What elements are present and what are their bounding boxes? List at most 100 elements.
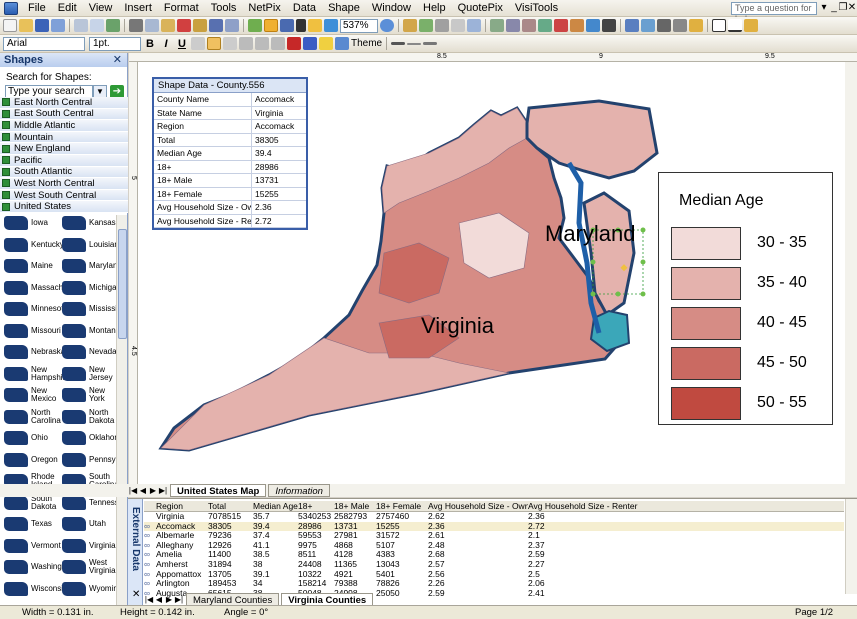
format-painter-icon[interactable]	[193, 19, 207, 32]
last-tab-icon[interactable]: ▶|	[174, 595, 184, 604]
paste-icon[interactable]	[161, 19, 175, 32]
line-ends-icon[interactable]	[423, 42, 438, 45]
theme-icon[interactable]	[335, 37, 349, 50]
shape-master[interactable]: Oregon	[4, 448, 62, 472]
print-icon[interactable]	[74, 19, 88, 32]
shape-master[interactable]: North Carolina	[4, 405, 62, 429]
selection-handle[interactable]	[640, 227, 646, 233]
ungroup-icon[interactable]	[641, 19, 655, 32]
shapes-scrollbar[interactable]	[116, 215, 127, 605]
zoom-field[interactable]: 537%	[340, 18, 378, 33]
shape-master[interactable]: Mississippi	[62, 297, 116, 321]
next-page-icon[interactable]: ▶	[148, 486, 158, 495]
shape-data-value[interactable]: 15255	[252, 188, 279, 201]
menu-window[interactable]: Window	[366, 0, 417, 17]
vistools-a-icon[interactable]	[538, 19, 552, 32]
external-data-scrollbar[interactable]	[845, 499, 857, 594]
shape-master[interactable]: New Mexico	[4, 383, 62, 407]
menu-tools[interactable]: Tools	[205, 0, 243, 17]
stencil-west-north-central[interactable]: West North Central	[0, 178, 128, 190]
table-header-row[interactable]: Region Total Median Age 18+ 18+ Male 18+ Fema…	[144, 501, 844, 512]
pencil-tool-icon[interactable]	[744, 19, 758, 32]
theme-button[interactable]: Theme	[351, 38, 382, 49]
shape-master[interactable]: Maine	[4, 254, 62, 278]
bold-button[interactable]: B	[143, 38, 157, 50]
shape-master[interactable]: Maryland	[62, 254, 116, 278]
scrollbar-thumb[interactable]	[118, 229, 127, 339]
shape-data-value[interactable]: 39.4	[252, 147, 272, 160]
menu-view[interactable]: View	[83, 0, 119, 17]
menu-file[interactable]: File	[22, 0, 52, 17]
shape-master[interactable]: Minnesota	[4, 297, 68, 321]
shape-master[interactable]: New Hampshire	[4, 362, 70, 386]
line-color-icon[interactable]	[303, 37, 317, 50]
text-tool-icon[interactable]	[296, 19, 306, 32]
tab-information[interactable]: Information	[268, 484, 330, 497]
pointer-tool-icon[interactable]	[264, 19, 278, 32]
stencil-east-north-central[interactable]: East North Central	[0, 97, 128, 109]
menu-visitools[interactable]: VisiTools	[509, 0, 564, 17]
menu-quotepix[interactable]: QuotePix	[452, 0, 509, 17]
underline-button[interactable]: U	[175, 38, 189, 50]
vistools-b-icon[interactable]	[554, 19, 568, 32]
font-size-select[interactable]: 1pt.	[89, 36, 141, 51]
close-icon[interactable]: ✕	[847, 2, 857, 13]
menu-help[interactable]: Help	[417, 0, 452, 17]
line-weight-icon[interactable]	[391, 42, 406, 45]
refresh-icon[interactable]	[451, 19, 465, 32]
first-page-icon[interactable]: |◀	[128, 486, 138, 495]
shape-master[interactable]: North Dakota	[62, 405, 116, 429]
selection-handle[interactable]	[640, 259, 646, 265]
align-right-icon[interactable]	[223, 37, 237, 50]
line-pattern-icon[interactable]	[407, 42, 422, 45]
menu-shape[interactable]: Shape	[322, 0, 366, 17]
help-dropdown-icon[interactable]: ▾	[819, 2, 829, 13]
rectangle-tool-icon[interactable]	[712, 19, 726, 32]
next-tab-icon[interactable]: ▶	[164, 595, 174, 604]
selection-handle[interactable]	[615, 291, 621, 297]
menu-format[interactable]: Format	[158, 0, 205, 17]
app-icon[interactable]	[4, 1, 18, 15]
align-center-icon[interactable]	[207, 37, 221, 50]
menu-netpix[interactable]: NetPix	[242, 0, 286, 17]
help-icon[interactable]	[380, 19, 394, 32]
shapes-icon[interactable]	[248, 19, 262, 32]
zoom-icon[interactable]	[324, 19, 338, 32]
new-icon[interactable]	[3, 19, 17, 32]
stencil-pacific[interactable]: Pacific	[0, 155, 128, 167]
vistools-d-icon[interactable]	[586, 19, 600, 32]
layout-icon[interactable]	[522, 19, 536, 32]
shape-master[interactable]: Washington	[4, 555, 73, 579]
shape-master[interactable]: Wisconsin	[4, 577, 67, 601]
menu-data[interactable]: Data	[287, 0, 322, 17]
spelling-icon[interactable]	[106, 19, 120, 32]
container-icon[interactable]	[689, 19, 703, 32]
shape-data-value[interactable]: 28986	[252, 161, 279, 174]
delete-icon[interactable]	[177, 19, 191, 32]
save-icon[interactable]	[35, 19, 49, 32]
shape-master[interactable]: Texas	[4, 512, 62, 536]
connection-point-icon[interactable]	[308, 19, 322, 32]
table-row[interactable]: Virginia 7078515 35.7 5340253 2582793 2757460…	[144, 512, 844, 522]
selection-handle[interactable]	[640, 291, 646, 297]
open-icon[interactable]	[19, 19, 33, 32]
vistools-e-icon[interactable]	[602, 19, 616, 32]
table-row[interactable]: ∞ Appomattox 13705 39.1 10322 4921 5401 2.56 2.5	[144, 570, 844, 580]
bullets-icon[interactable]	[239, 37, 253, 50]
shape-data-value[interactable]: 2.72	[252, 215, 272, 228]
shape-data-value[interactable]: Virginia	[252, 107, 283, 120]
shape-data-value[interactable]: 38305	[252, 134, 279, 147]
redo-icon[interactable]	[225, 19, 239, 32]
shape-master[interactable]: Wyoming	[62, 577, 116, 601]
shape-master[interactable]: Vermont	[4, 534, 62, 558]
menu-insert[interactable]: Insert	[118, 0, 158, 17]
last-page-icon[interactable]: ▶|	[158, 486, 168, 495]
align-icon[interactable]	[490, 19, 504, 32]
decrease-indent-icon[interactable]	[255, 37, 269, 50]
vistools-c-icon[interactable]	[570, 19, 584, 32]
italic-button[interactable]: I	[159, 38, 173, 50]
shape-master[interactable]: New York	[62, 383, 116, 407]
table-row[interactable]: ∞ Arlington 189453 34 158214 79388 78826 2.26 2.…	[144, 579, 844, 589]
shape-master[interactable]: New Jersey	[62, 362, 116, 386]
data-tool-icon[interactable]	[403, 19, 417, 32]
